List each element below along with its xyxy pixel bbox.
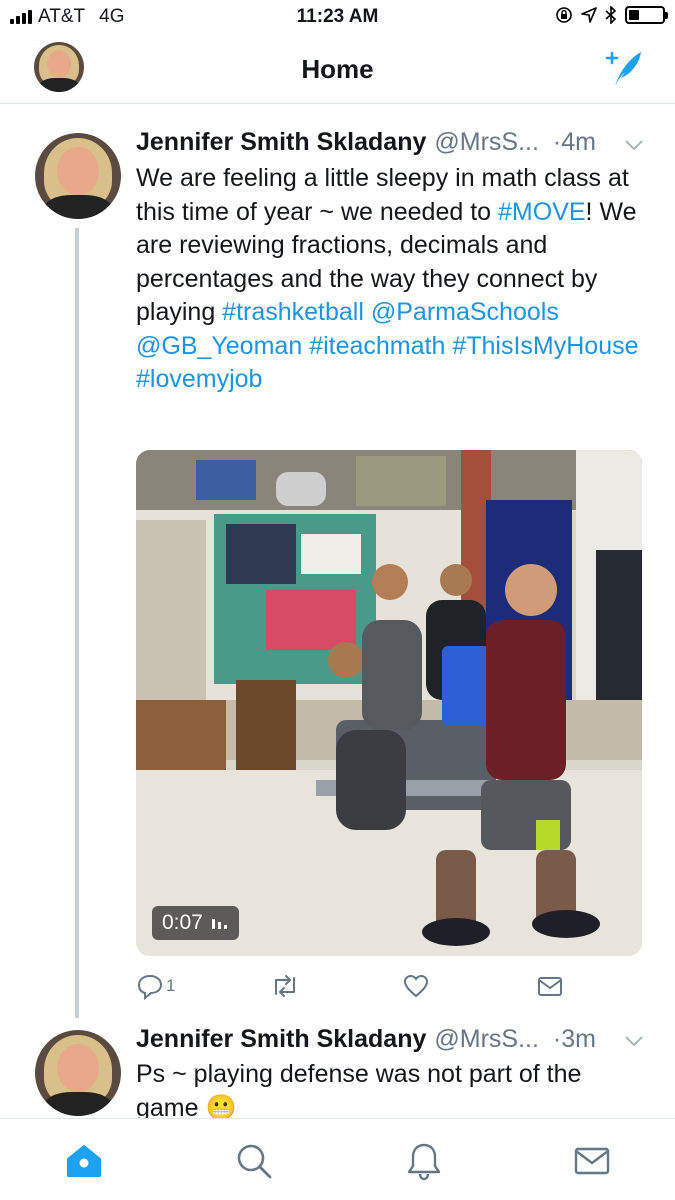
tweet-timestamp: ·3m [552, 1025, 596, 1053]
hashtag-link[interactable]: #iteachmath [309, 332, 445, 360]
author-name[interactable]: Jennifer Smith Skladany [136, 1025, 426, 1054]
notifications-icon[interactable] [404, 1141, 444, 1181]
location-icon [581, 7, 597, 23]
status-bar: AT&T 4G 11:23 AM [0, 0, 675, 34]
hashtag-link[interactable]: #trashketball [222, 298, 364, 326]
tweet-actions: 1 [136, 972, 642, 1008]
bluetooth-icon [605, 6, 617, 24]
battery-icon [625, 6, 668, 24]
reply-button[interactable]: 1 [136, 972, 175, 1000]
like-button[interactable] [402, 972, 430, 1000]
reply-count: 1 [166, 976, 176, 995]
orientation-lock-icon [556, 7, 572, 23]
hashtag-link[interactable]: #MOVE [498, 198, 586, 226]
status-right [555, 6, 668, 24]
chevron-down-icon[interactable] [624, 138, 644, 152]
tweet-video[interactable]: 0:07 [136, 450, 642, 956]
mention-link[interactable]: @GB_Yeoman [136, 332, 302, 360]
chevron-down-icon[interactable] [624, 1034, 644, 1048]
thread-line [75, 228, 79, 1018]
reply-icon [137, 974, 163, 1000]
tweet-header: Jennifer Smith Skladany @MrsS... ·3m [136, 1025, 596, 1054]
header: Home [0, 34, 675, 104]
retweet-icon [275, 975, 295, 997]
hashtag-link[interactable]: #ThisIsMyHouse [452, 332, 638, 360]
heart-icon [403, 974, 429, 998]
author-handle[interactable]: @MrsS... [434, 1025, 539, 1054]
tab-bar [0, 1118, 675, 1200]
page-title: Home [301, 54, 374, 84]
tweet-text: Ps ~ playing defense was not part of the… [136, 1058, 641, 1118]
tweet-text-segment [364, 298, 371, 326]
envelope-icon [538, 977, 562, 996]
audio-indicator-icon [211, 919, 227, 929]
home-icon[interactable] [64, 1141, 104, 1181]
video-duration: 0:07 [162, 911, 203, 934]
tweet-text-segment: Ps ~ playing defense was not part of the… [136, 1060, 582, 1118]
author-name[interactable]: Jennifer Smith Skladany [136, 128, 426, 157]
tweet-text: We are feeling a little sleepy in math c… [136, 162, 641, 397]
messages-icon[interactable] [572, 1141, 612, 1181]
tweet-avatar[interactable] [35, 133, 121, 219]
tweet-header: Jennifer Smith Skladany @MrsS... ·4m [136, 128, 596, 157]
direct-message-button[interactable] [536, 972, 564, 1000]
retweet-button[interactable] [270, 972, 300, 1000]
tweet-timestamp: ·4m [552, 128, 596, 156]
video-duration-badge: 0:07 [152, 906, 239, 940]
tweet-avatar[interactable] [35, 1030, 121, 1116]
mention-link[interactable]: @ParmaSchools [371, 298, 559, 326]
video-thumbnail [136, 450, 642, 956]
author-handle[interactable]: @MrsS... [434, 128, 539, 157]
search-icon[interactable] [234, 1141, 274, 1181]
hashtag-link[interactable]: #lovemyjob [136, 365, 262, 393]
compose-tweet-icon[interactable] [601, 48, 645, 88]
